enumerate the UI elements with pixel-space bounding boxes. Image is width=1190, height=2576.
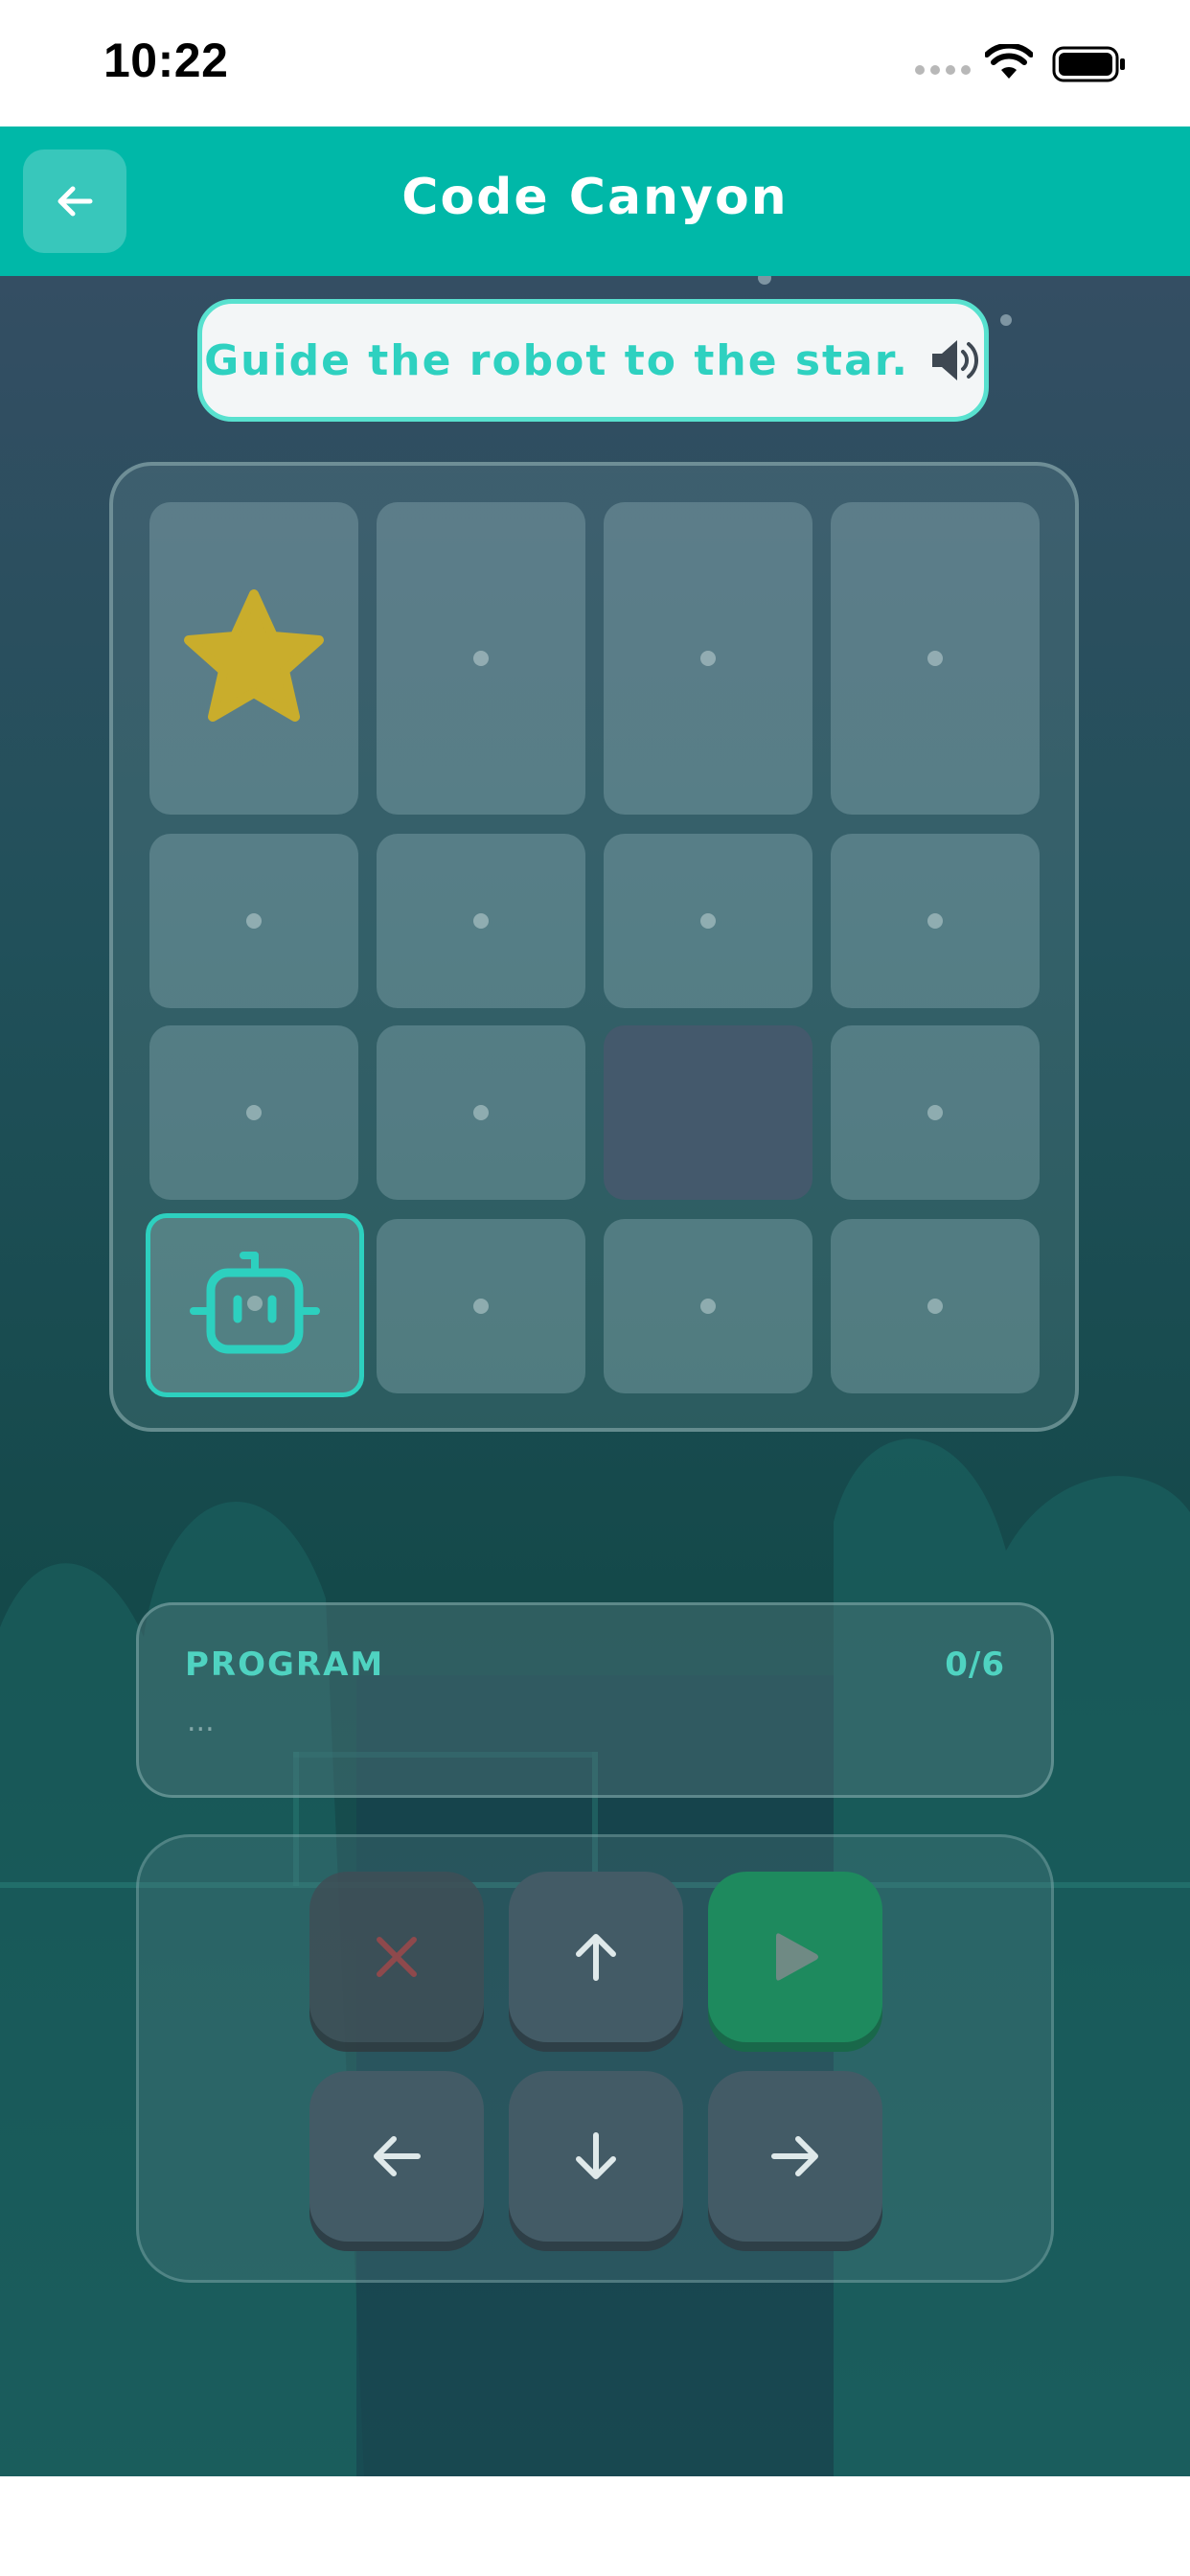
wifi-icon: [985, 44, 1033, 79]
grid-cell[interactable]: [149, 1025, 358, 1200]
arrow-left-icon: [374, 2136, 421, 2176]
move-right-button[interactable]: [708, 2071, 882, 2242]
grid-cell[interactable]: [604, 834, 812, 1008]
move-down-button[interactable]: [509, 2071, 683, 2242]
grid-cell[interactable]: [831, 834, 1040, 1008]
battery-icon: [1052, 46, 1125, 82]
play-icon: [776, 1933, 818, 1981]
arrow-down-icon: [576, 2132, 616, 2179]
grid-cell[interactable]: [604, 1219, 812, 1393]
home-indicator-area: [0, 2476, 1190, 2576]
close-icon: [377, 1937, 417, 1977]
star-icon: [184, 589, 324, 722]
program-placeholder: ...: [187, 1705, 215, 1738]
robot-cell[interactable]: [146, 1213, 364, 1397]
grid-cell[interactable]: [149, 834, 358, 1008]
program-count: 0/6: [945, 1645, 1005, 1684]
status-time: 10:22: [103, 34, 229, 87]
run-button[interactable]: [708, 1872, 882, 2042]
instruction-text: Guide the robot to the star.: [204, 335, 909, 385]
grid-cell[interactable]: [377, 1025, 585, 1200]
status-bar: 10:22: [0, 0, 1190, 126]
grid-cell[interactable]: [604, 502, 812, 815]
program-panel: PROGRAM 0/6 ...: [136, 1602, 1054, 1798]
robot-icon: [190, 1252, 320, 1354]
speaker-icon[interactable]: [927, 333, 982, 388]
program-label: PROGRAM: [185, 1645, 385, 1684]
grid-cell[interactable]: [831, 1219, 1040, 1393]
grid-cell[interactable]: [831, 1025, 1040, 1200]
app-bar: Code Canyon: [0, 126, 1190, 276]
signal-icon: [915, 65, 971, 75]
move-left-button[interactable]: [309, 2071, 484, 2242]
clear-button[interactable]: [309, 1872, 484, 2042]
instruction-bubble: Guide the robot to the star.: [197, 299, 989, 422]
arrow-up-icon: [576, 1934, 616, 1981]
move-up-button[interactable]: [509, 1872, 683, 2042]
page-title: Code Canyon: [401, 169, 789, 226]
grid-cell[interactable]: [377, 502, 585, 815]
game-board: [109, 462, 1079, 1432]
blocked-cell: [604, 1025, 812, 1200]
grid-cell[interactable]: [831, 502, 1040, 815]
goal-cell[interactable]: [149, 502, 358, 815]
grid-cell[interactable]: [377, 834, 585, 1008]
grid-cell[interactable]: [377, 1219, 585, 1393]
arrow-right-icon: [771, 2136, 818, 2176]
controls-panel: [136, 1834, 1054, 2283]
